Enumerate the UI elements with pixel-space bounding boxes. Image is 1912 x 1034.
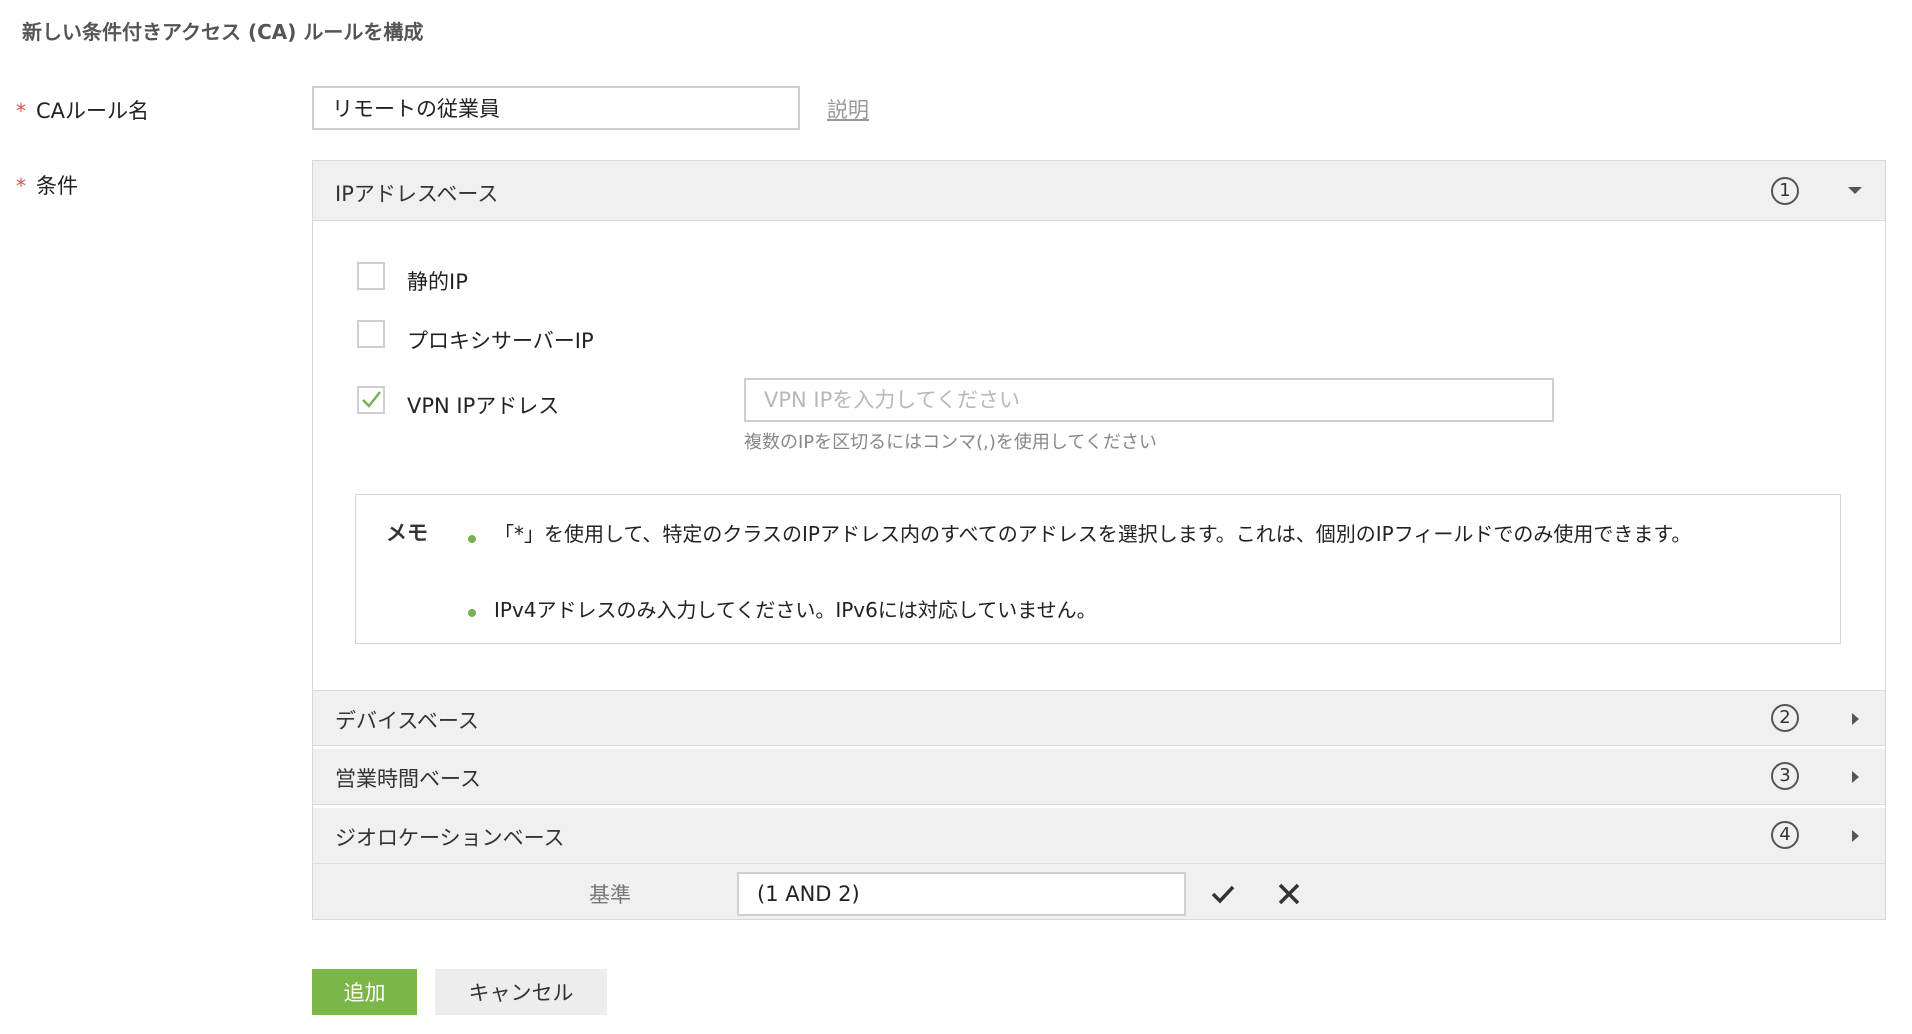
vpn-ip-checkbox[interactable] bbox=[357, 386, 385, 414]
rule-name-label-row: * CAルール名 bbox=[16, 95, 149, 125]
cancel-button[interactable]: キャンセル bbox=[435, 969, 607, 1015]
bullet-icon bbox=[468, 535, 476, 543]
proxy-ip-label: プロキシサーバーIP bbox=[407, 329, 594, 353]
section-device-based-header[interactable]: デバイスベース 2 bbox=[313, 690, 1885, 746]
conditions-label-row: * 条件 bbox=[16, 170, 78, 200]
memo-item: 「*」を使用して、特定のクラスのIPアドレス内のすべてのアドレスを選択します。こ… bbox=[494, 522, 1692, 546]
add-button[interactable]: 追加 bbox=[312, 969, 417, 1015]
chevron-right-icon[interactable] bbox=[1845, 709, 1865, 729]
criteria-input[interactable] bbox=[737, 872, 1186, 916]
proxy-ip-checkbox[interactable] bbox=[357, 320, 385, 348]
section-ip-based-header[interactable]: IPアドレスベース 1 bbox=[313, 161, 1885, 221]
vpn-ip-input[interactable] bbox=[744, 378, 1554, 422]
memo-item: IPv4アドレスのみ入力してください。IPv6には対応していません。 bbox=[494, 598, 1097, 622]
page-title: 新しい条件付きアクセス (CA) ルールを構成 bbox=[22, 20, 424, 44]
bullet-icon bbox=[468, 609, 476, 617]
static-ip-checkbox[interactable] bbox=[357, 262, 385, 290]
chevron-right-icon[interactable] bbox=[1845, 767, 1865, 787]
section-number-badge: 3 bbox=[1771, 762, 1799, 790]
confirm-check-icon[interactable] bbox=[1208, 879, 1238, 909]
section-number-badge: 1 bbox=[1771, 177, 1799, 205]
vpn-ip-hint: 複数のIPを区切るにはコンマ(,)を使用してください bbox=[744, 432, 1157, 453]
vpn-ip-label: VPN IPアドレス bbox=[407, 394, 560, 418]
memo-box: メモ 「*」を使用して、特定のクラスのIPアドレス内のすべてのアドレスを選択しま… bbox=[355, 494, 1841, 644]
memo-title: メモ bbox=[386, 521, 428, 545]
rule-name-label: CAルール名 bbox=[36, 99, 150, 123]
required-mark: * bbox=[16, 99, 26, 123]
section-title: ジオロケーションベース bbox=[335, 826, 565, 850]
section-business-hours-header[interactable]: 営業時間ベース 3 bbox=[313, 749, 1885, 805]
chevron-right-icon[interactable] bbox=[1845, 826, 1865, 846]
section-title: デバイスベース bbox=[335, 709, 479, 733]
rule-name-input[interactable] bbox=[312, 86, 800, 130]
section-title: 営業時間ベース bbox=[335, 767, 481, 791]
checkmark-icon bbox=[362, 391, 381, 408]
chevron-down-icon[interactable] bbox=[1845, 181, 1865, 201]
description-link[interactable]: 説明 bbox=[827, 94, 869, 124]
criteria-label: 基準 bbox=[589, 883, 631, 907]
section-geolocation-header[interactable]: ジオロケーションベース 4 bbox=[313, 808, 1885, 864]
section-number-badge: 2 bbox=[1771, 704, 1799, 732]
static-ip-label: 静的IP bbox=[407, 270, 468, 294]
conditions-label: 条件 bbox=[36, 174, 78, 198]
criteria-row: 基準 bbox=[313, 864, 1885, 919]
section-number-badge: 4 bbox=[1771, 821, 1799, 849]
required-mark: * bbox=[16, 174, 26, 198]
close-icon[interactable] bbox=[1275, 880, 1303, 908]
section-title: IPアドレスベース bbox=[335, 182, 499, 206]
